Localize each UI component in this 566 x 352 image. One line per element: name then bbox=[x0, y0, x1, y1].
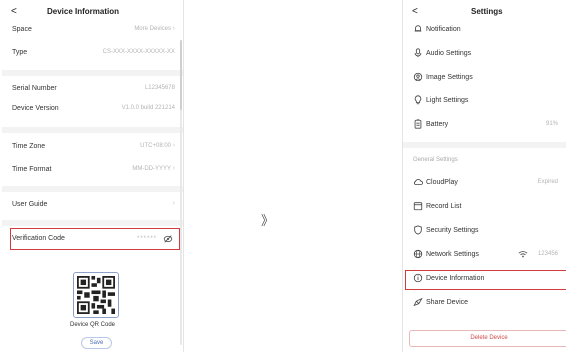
share-icon bbox=[413, 297, 423, 309]
qr-caption: Device QR Code bbox=[69, 322, 116, 328]
qr-code-icon bbox=[77, 276, 115, 314]
device-qr-code bbox=[73, 272, 119, 318]
row-value: L12345678 bbox=[144, 85, 175, 91]
settings-item-share-device[interactable]: Share Device bbox=[413, 295, 558, 313]
settings-item-security[interactable]: Security Settings bbox=[413, 223, 558, 241]
row-label: Verification Code bbox=[12, 235, 65, 242]
row-label: Image Settings bbox=[426, 74, 473, 81]
wifi-icon bbox=[518, 249, 528, 261]
settings-item-image[interactable]: Image Settings bbox=[413, 70, 558, 88]
row-device-version: Device Version V1.0.0 build 221214 bbox=[12, 101, 175, 119]
cloud-icon bbox=[413, 177, 423, 189]
row-label: CloudPlay bbox=[426, 179, 458, 186]
save-button[interactable]: Save bbox=[81, 337, 112, 349]
microphone-icon bbox=[413, 48, 423, 60]
row-label: Time Zone bbox=[12, 143, 46, 150]
row-label: Device Version bbox=[12, 105, 59, 112]
lightbulb-icon bbox=[413, 95, 423, 107]
globe-icon bbox=[413, 249, 423, 261]
row-label: Device Information bbox=[426, 275, 485, 282]
row-label: Battery bbox=[426, 121, 449, 128]
verification-code-masked: ****** bbox=[136, 236, 157, 242]
row-label: Network Settings bbox=[426, 251, 479, 258]
battery-level: 91% bbox=[545, 121, 558, 127]
row-value: CS-XXX-XXXX-XXXXX-XX bbox=[102, 49, 175, 55]
row-label: Serial Number bbox=[12, 85, 57, 92]
calendar-icon bbox=[413, 201, 423, 213]
row-serial-number: Serial Number L12345678 bbox=[12, 81, 175, 99]
back-chevron-left-icon[interactable]: < bbox=[412, 6, 418, 17]
settings-screen: < Settings Notification Audio Settings I… bbox=[402, 0, 566, 352]
row-type: Type CS-XXX-XXXX-XXXXX-XX bbox=[12, 45, 175, 63]
page-title: Device Information bbox=[47, 7, 120, 16]
transition-arrow: 》 bbox=[261, 213, 274, 228]
row-label: Type bbox=[12, 49, 28, 56]
chevron-right-icon: › bbox=[172, 25, 175, 32]
camera-icon bbox=[413, 72, 423, 84]
chevron-right-icon: › bbox=[172, 200, 175, 207]
cloudplay-status: Expired bbox=[537, 179, 558, 185]
settings-item-notification[interactable]: Notification bbox=[413, 22, 558, 40]
row-label: Space bbox=[12, 26, 32, 33]
row-label: Security Settings bbox=[426, 227, 479, 234]
row-value: UTC+08:00 bbox=[140, 143, 171, 149]
delete-device-button[interactable]: Delete Device bbox=[409, 330, 566, 347]
settings-item-light[interactable]: Light Settings bbox=[413, 93, 558, 111]
row-label: User Guide bbox=[12, 201, 48, 208]
section-divider bbox=[2, 127, 183, 133]
row-label: Light Settings bbox=[426, 97, 469, 104]
row-value: MM-DD-YYYY bbox=[132, 166, 171, 172]
battery-icon bbox=[413, 119, 423, 131]
settings-item-battery[interactable]: Battery 91% bbox=[413, 117, 558, 135]
section-header-general: General Settings bbox=[413, 157, 458, 163]
eye-hidden-icon[interactable] bbox=[163, 234, 173, 246]
settings-item-network[interactable]: Network Settings 123456 bbox=[413, 247, 558, 265]
row-value: More Devices bbox=[134, 26, 171, 32]
row-space[interactable]: Space More Devices › bbox=[12, 22, 175, 40]
network-ssid: 123456 bbox=[537, 251, 558, 257]
section-divider bbox=[2, 70, 183, 76]
row-user-guide[interactable]: User Guide › bbox=[12, 197, 175, 215]
section-divider bbox=[2, 186, 183, 192]
chevron-right-icon: › bbox=[172, 165, 175, 172]
row-verification-code[interactable]: Verification Code ****** bbox=[12, 231, 175, 249]
row-value: V1.0.0 build 221214 bbox=[121, 105, 175, 111]
back-chevron-left-icon[interactable]: < bbox=[11, 6, 17, 17]
settings-item-audio[interactable]: Audio Settings bbox=[413, 46, 558, 64]
row-label: Time Format bbox=[12, 166, 52, 173]
settings-item-cloudplay[interactable]: CloudPlay Expired bbox=[413, 175, 558, 193]
settings-item-device-information[interactable]: Device Information bbox=[413, 271, 558, 289]
section-divider bbox=[403, 142, 566, 148]
row-label: Audio Settings bbox=[426, 50, 472, 57]
settings-item-record-list[interactable]: Record List bbox=[413, 199, 558, 217]
row-label: Record List bbox=[426, 203, 462, 210]
row-label: Notification bbox=[426, 26, 461, 33]
info-icon bbox=[413, 273, 423, 285]
row-time-zone[interactable]: Time Zone UTC+08:00 › bbox=[12, 139, 175, 157]
bell-icon bbox=[413, 24, 423, 36]
row-time-format[interactable]: Time Format MM-DD-YYYY › bbox=[12, 162, 175, 180]
device-information-screen: < Device Information Space More Devices … bbox=[2, 0, 184, 352]
section-divider bbox=[2, 220, 183, 226]
row-label: Share Device bbox=[426, 299, 469, 306]
scrollbar-thumb[interactable] bbox=[180, 40, 182, 110]
shield-icon bbox=[413, 225, 423, 237]
chevron-right-icon: › bbox=[172, 142, 175, 149]
page-title: Settings bbox=[471, 7, 503, 16]
